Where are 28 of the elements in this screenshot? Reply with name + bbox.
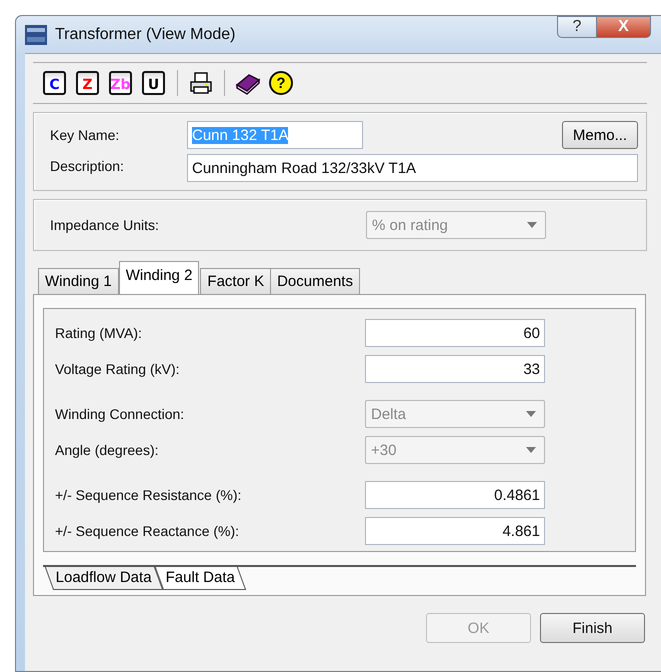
number-field[interactable]: 0.4861: [365, 481, 545, 509]
window-title: Transformer (View Mode): [55, 26, 236, 44]
field-label: +/- Sequence Resistance (%):: [55, 487, 242, 503]
dialog-button[interactable]: Finish: [540, 613, 645, 643]
field-label: +/- Sequence Reactance (%):: [55, 523, 240, 539]
number-field[interactable]: 4.861: [365, 517, 545, 545]
tab[interactable]: Winding 1: [38, 268, 119, 294]
memo-button[interactable]: Memo...: [562, 121, 638, 149]
field-label: Angle (degrees):: [55, 442, 160, 458]
field-label: Rating (MVA):: [55, 325, 143, 341]
tab[interactable]: Fault Data: [154, 567, 246, 590]
number-field[interactable]: 33: [365, 355, 545, 383]
tab[interactable]: Documents: [270, 268, 360, 294]
toolbar-button[interactable]: C: [43, 71, 66, 95]
tab[interactable]: Loadflow Data: [44, 567, 164, 590]
help-button[interactable]: ?: [269, 71, 293, 95]
field-label: Key Name:: [50, 127, 120, 143]
toolbar-button[interactable]: U: [142, 71, 165, 95]
help-button[interactable]: ?: [557, 16, 597, 38]
field-label: Winding Connection:: [55, 406, 186, 422]
field-label: Voltage Rating (kV):: [55, 361, 181, 377]
tab[interactable]: Factor K: [200, 268, 272, 294]
toolbar-button[interactable]: Z: [76, 71, 99, 95]
field-label: Description:: [50, 158, 125, 174]
field-label: Impedance Units:: [50, 217, 160, 233]
number-field[interactable]: 60: [365, 319, 545, 347]
description-field[interactable]: Cunningham Road 132/33kV T1A: [187, 154, 638, 182]
tab[interactable]: Winding 2: [118, 261, 200, 294]
